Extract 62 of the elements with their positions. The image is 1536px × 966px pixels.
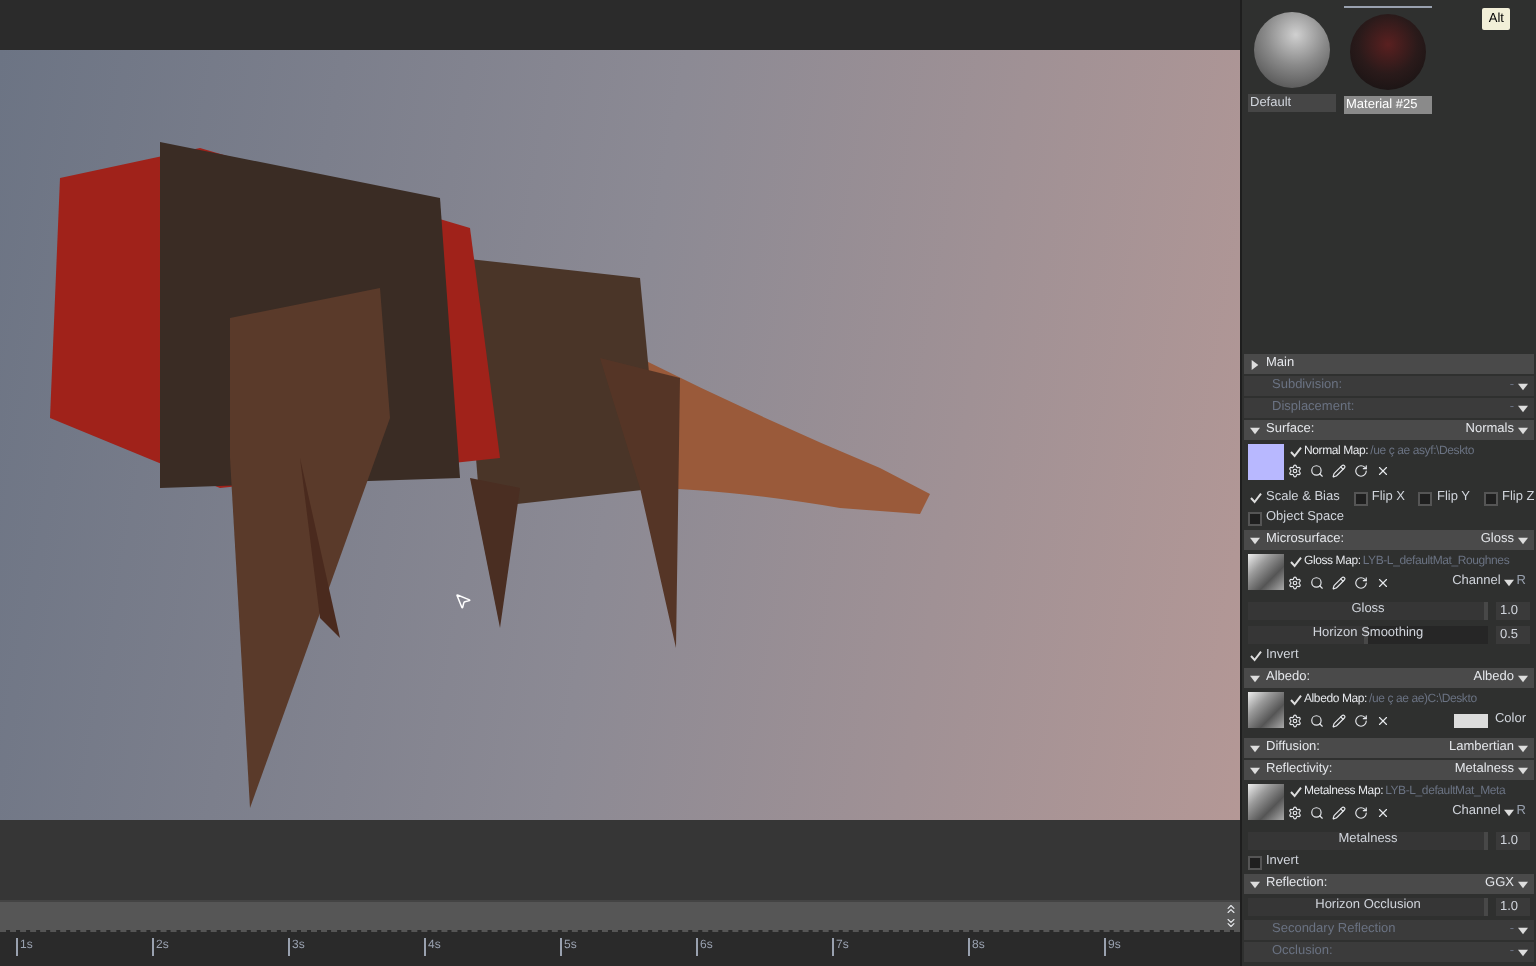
close-icon[interactable] — [1376, 805, 1390, 819]
texture-thumbnail[interactable] — [1248, 692, 1284, 728]
refresh-icon[interactable] — [1354, 575, 1368, 589]
checkbox[interactable] — [1418, 491, 1433, 505]
checkbox[interactable] — [1353, 491, 1368, 505]
caret-icon — [1504, 807, 1515, 817]
close-icon[interactable] — [1376, 713, 1390, 727]
caret-icon — [1518, 403, 1528, 413]
caret-icon — [1518, 425, 1528, 435]
sphere-preview — [1350, 14, 1426, 90]
collapse-icon — [1250, 673, 1260, 683]
pencil-icon[interactable] — [1332, 805, 1346, 819]
normal-map-swatch[interactable] — [1248, 444, 1284, 480]
pencil-icon[interactable] — [1332, 713, 1346, 727]
caret-icon — [1518, 879, 1528, 889]
expand-up-icon[interactable] — [1224, 902, 1238, 916]
check-icon — [1289, 446, 1301, 458]
caret-icon — [1518, 743, 1528, 753]
caret-icon — [1504, 577, 1515, 587]
cursor-icon — [454, 592, 472, 610]
check-icon — [1249, 650, 1261, 662]
collapse-icon — [1250, 879, 1260, 889]
pencil-icon[interactable] — [1332, 464, 1346, 478]
settings-icon[interactable] — [1288, 713, 1302, 727]
texture-thumbnail[interactable] — [1248, 784, 1284, 820]
viewport[interactable] — [0, 50, 1240, 820]
collapse-icon — [1250, 535, 1260, 545]
checkbox[interactable] — [1248, 855, 1262, 869]
color-swatch[interactable] — [1454, 713, 1489, 727]
expand-down-icon[interactable] — [1224, 916, 1238, 930]
caret-icon — [1518, 381, 1528, 391]
collapse-icon — [1250, 425, 1260, 435]
checkbox[interactable] — [1248, 511, 1262, 525]
expand-icon — [1250, 359, 1260, 369]
refresh-icon[interactable] — [1354, 713, 1368, 727]
close-icon[interactable] — [1376, 575, 1390, 589]
settings-icon[interactable] — [1288, 805, 1302, 819]
search-icon[interactable] — [1310, 805, 1324, 819]
collapse-icon — [1250, 743, 1260, 753]
timeline-track[interactable] — [0, 900, 1240, 930]
search-icon[interactable] — [1310, 713, 1324, 727]
caret-icon — [1518, 673, 1528, 683]
search-icon[interactable] — [1310, 464, 1324, 478]
settings-icon[interactable] — [1288, 464, 1302, 478]
check-icon — [1289, 786, 1301, 798]
caret-icon — [1518, 925, 1528, 935]
settings-icon[interactable] — [1288, 575, 1302, 589]
refresh-icon[interactable] — [1354, 805, 1368, 819]
close-icon[interactable] — [1376, 464, 1390, 478]
refresh-icon[interactable] — [1354, 464, 1368, 478]
checkbox[interactable] — [1483, 491, 1498, 505]
search-icon[interactable] — [1310, 575, 1324, 589]
check-icon — [1249, 492, 1261, 504]
check-icon — [1289, 694, 1301, 706]
check-icon — [1289, 556, 1301, 568]
pencil-icon[interactable] — [1332, 575, 1346, 589]
texture-thumbnail[interactable] — [1248, 554, 1284, 590]
caret-icon — [1518, 535, 1528, 545]
caret-icon — [1518, 765, 1528, 775]
sphere-preview — [1254, 12, 1330, 88]
caret-icon — [1518, 947, 1528, 957]
collapse-icon — [1250, 765, 1260, 775]
